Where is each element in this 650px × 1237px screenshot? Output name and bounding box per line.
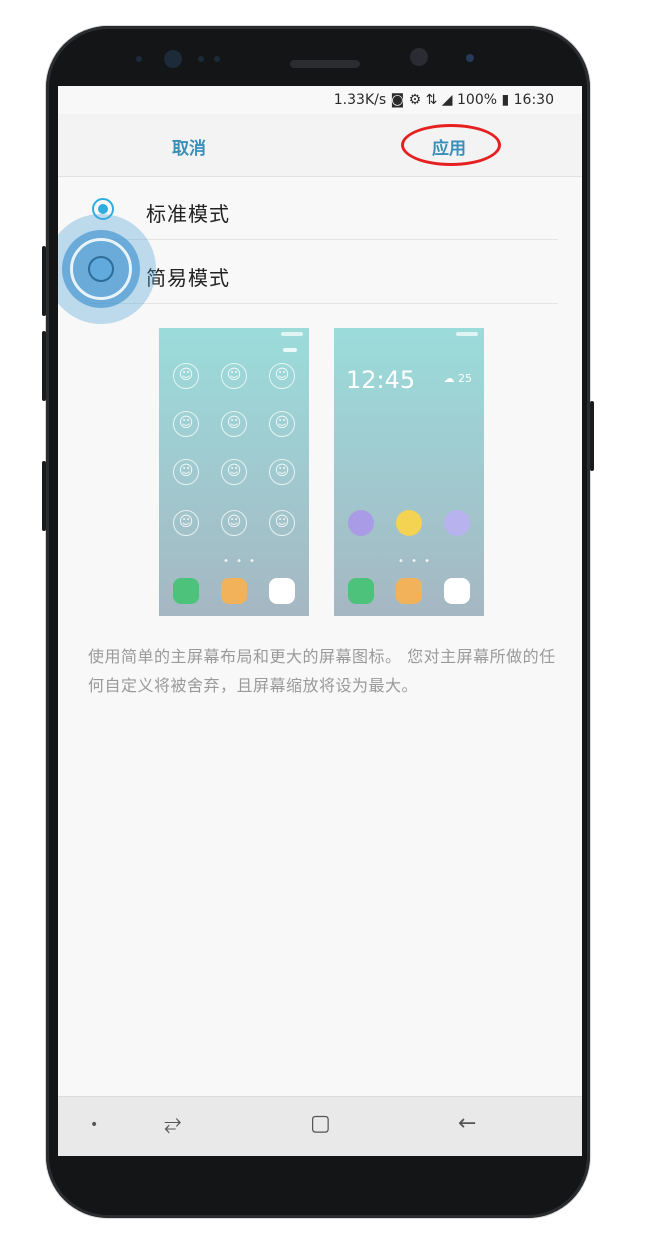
volume-button xyxy=(42,246,46,316)
camera-icon xyxy=(444,510,470,536)
phone-icon xyxy=(173,578,199,604)
page-indicator: • • • xyxy=(398,556,433,567)
sensor-dot xyxy=(466,54,474,62)
contact-icon: ☺ xyxy=(173,363,199,389)
radio-unchecked-icon[interactable] xyxy=(88,256,114,282)
easy-mode-preview: ☺ ☺ ☺ ☺ ☺ ☺ ☺ ☺ ☺ ☺ ☺ ☺ • • • xyxy=(159,328,309,616)
contact-icon: ☺ xyxy=(269,459,295,485)
phone-icon xyxy=(348,578,374,604)
contact-icon: ☺ xyxy=(173,510,199,536)
message-icon xyxy=(396,578,422,604)
home-icon[interactable]: ▢ xyxy=(310,1111,331,1136)
menu-icon xyxy=(283,348,297,352)
nav-dot-icon[interactable]: • xyxy=(90,1117,98,1133)
status-text: 1.33K/s ◙ ⚙ ⇅ ◢ 100% ▮ 16:30 xyxy=(333,92,554,108)
apps-icon xyxy=(444,578,470,604)
divider xyxy=(88,303,558,304)
highlight-circle-annotation xyxy=(401,124,501,166)
standard-mode-preview: 12:45 ☁ 25 • • • xyxy=(334,328,484,616)
contact-icon: ☺ xyxy=(269,363,295,389)
cancel-button[interactable]: 取消 xyxy=(172,134,206,159)
contact-icon: ☺ xyxy=(221,510,247,536)
option-label: 标准模式 xyxy=(146,202,230,226)
action-bar: 取消 应用 xyxy=(58,114,582,177)
galaxy-icon xyxy=(348,510,374,536)
contact-icon: ☺ xyxy=(221,411,247,437)
contact-icon: ☺ xyxy=(269,510,295,536)
power-button xyxy=(590,401,594,471)
sensor-dot xyxy=(136,56,142,62)
contact-icon: ☺ xyxy=(221,459,247,485)
message-icon xyxy=(221,578,247,604)
volume-down-button xyxy=(42,331,46,401)
weather-widget: ☁ 25 xyxy=(443,372,473,385)
mini-status-bar xyxy=(456,332,478,336)
contact-icon: ☺ xyxy=(173,459,199,485)
status-bar: 1.33K/s ◙ ⚙ ⇅ ◢ 100% ▮ 16:30 xyxy=(58,86,582,114)
clover-icon xyxy=(396,510,422,536)
mini-status-bar xyxy=(281,332,303,336)
front-camera-icon xyxy=(410,48,428,66)
back-icon[interactable]: ← xyxy=(458,1111,476,1136)
contact-icon: ☺ xyxy=(173,411,199,437)
iris-sensor-icon xyxy=(164,50,182,68)
apps-icon xyxy=(269,578,295,604)
mode-description: 使用简单的主屏幕布局和更大的屏幕图标。 您对主屏幕所做的任何自定义将被舍弃，且屏… xyxy=(88,647,556,695)
screen: 1.33K/s ◙ ⚙ ⇅ ◢ 100% ▮ 16:30 取消 应用 标准模式 … xyxy=(58,86,582,1156)
page-indicator: • • • xyxy=(223,556,258,567)
sensor-dot xyxy=(198,56,204,62)
top-bezel xyxy=(58,30,582,86)
earpiece-speaker xyxy=(290,60,360,68)
option-label: 简易模式 xyxy=(146,266,230,290)
bixby-button xyxy=(42,461,46,531)
contact-icon: ☺ xyxy=(269,411,295,437)
bottom-bezel xyxy=(58,1156,582,1196)
recent-apps-icon[interactable]: ⥂ xyxy=(164,1111,182,1136)
navigation-bar: • ⥂ ▢ ← xyxy=(58,1096,582,1156)
clock-widget: 12:45 xyxy=(346,366,416,394)
contact-icon: ☺ xyxy=(221,363,247,389)
sensor-dot xyxy=(214,56,220,62)
